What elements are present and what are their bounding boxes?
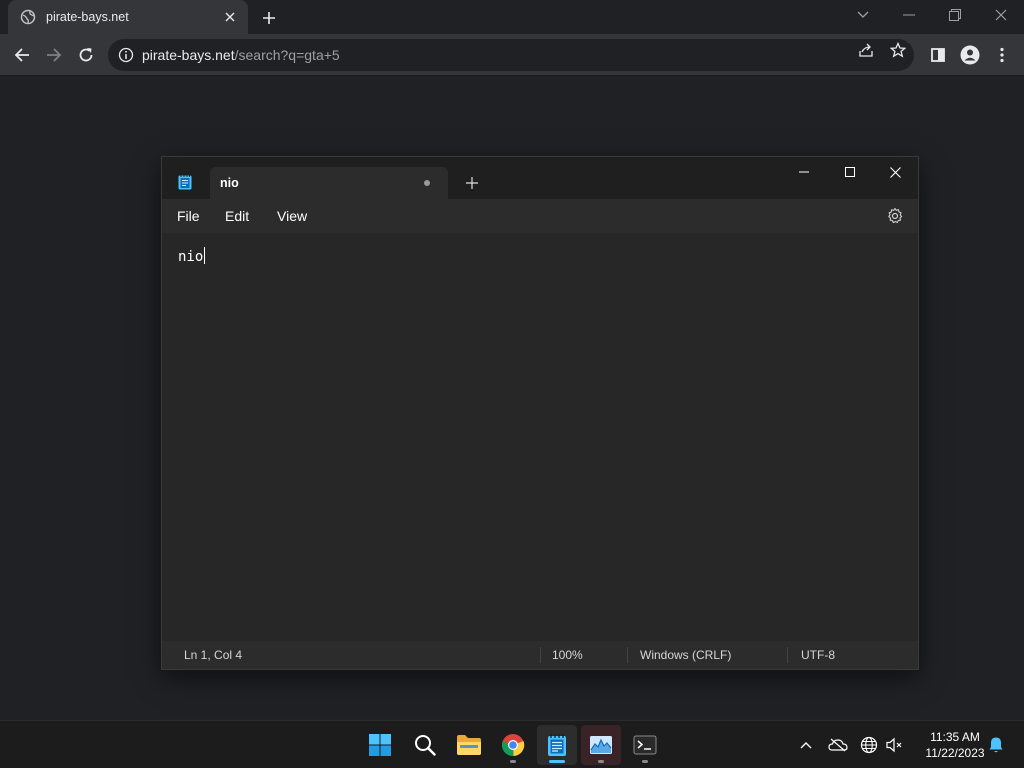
notepad-maximize-button[interactable] <box>827 157 873 187</box>
notepad-statusbar: Ln 1, Col 4 100% Windows (CRLF) UTF-8 <box>162 641 918 669</box>
notepad-tab[interactable]: nio <box>210 167 448 199</box>
minimize-button[interactable] <box>886 0 932 30</box>
file-explorer-button[interactable] <box>449 725 489 765</box>
editor-content: nio <box>178 247 206 265</box>
notepad-window: nio File Edit View nio Ln 1, Col 4 100% <box>161 156 919 670</box>
status-divider <box>787 647 788 663</box>
url-text: pirate-bays.net/search?q=gta+5 <box>142 47 340 63</box>
onedrive-offline-icon[interactable] <box>828 735 848 755</box>
notepad-titlebar[interactable]: nio <box>162 157 918 199</box>
notepad-menubar: File Edit View <box>162 199 918 233</box>
notepad-icon <box>548 734 566 756</box>
settings-gear-icon[interactable] <box>886 207 904 225</box>
running-indicator <box>510 760 516 763</box>
browser-tabstrip: pirate-bays.net <box>0 0 1024 34</box>
profile-avatar-icon[interactable] <box>954 39 986 71</box>
reload-button[interactable] <box>70 39 102 71</box>
taskbar-clock[interactable]: 11:35 AM 11/22/2023 <box>914 729 996 761</box>
text-caret <box>204 247 206 264</box>
search-icon <box>415 735 436 756</box>
start-button[interactable] <box>360 725 400 765</box>
taskbar: 11:35 AM 11/22/2023 <box>0 720 1024 768</box>
browser-tab[interactable]: pirate-bays.net <box>8 0 248 34</box>
side-panel-icon[interactable] <box>922 39 954 71</box>
unsaved-dot-icon[interactable] <box>424 180 430 186</box>
restore-button[interactable] <box>932 0 978 30</box>
clock-date: 11/22/2023 <box>925 746 985 760</box>
tab-search-icon[interactable] <box>840 0 886 30</box>
notepad-text-area[interactable]: nio <box>162 233 918 637</box>
notification-bell-icon[interactable] <box>986 735 1006 755</box>
terminal-icon <box>633 735 657 755</box>
show-hidden-icons-chevron-icon[interactable] <box>796 735 816 755</box>
back-button[interactable] <box>6 39 38 71</box>
new-tab-button[interactable] <box>258 7 280 29</box>
url-path: /search?q=gta+5 <box>234 47 340 63</box>
taskbar-search-button[interactable] <box>405 725 445 765</box>
globe-icon <box>20 9 36 25</box>
share-icon[interactable] <box>856 42 876 58</box>
running-indicator <box>642 760 648 763</box>
folder-icon <box>457 735 481 755</box>
site-info-icon[interactable] <box>118 47 134 63</box>
close-window-button[interactable] <box>978 0 1024 30</box>
notepad-new-tab-button[interactable] <box>462 173 482 193</box>
status-divider <box>627 647 628 663</box>
network-globe-icon[interactable] <box>859 735 879 755</box>
menu-view[interactable]: View <box>277 208 307 224</box>
notepad-close-button[interactable] <box>872 157 918 187</box>
status-encoding[interactable]: UTF-8 <box>801 648 835 662</box>
address-bar[interactable]: pirate-bays.net/search?q=gta+5 <box>108 39 914 71</box>
clock-time: 11:35 AM <box>930 730 980 744</box>
forward-button[interactable] <box>38 39 70 71</box>
running-indicator <box>598 760 604 763</box>
bookmark-star-icon[interactable] <box>888 42 908 58</box>
chrome-icon <box>501 734 525 757</box>
browser-tab-title: pirate-bays.net <box>46 10 129 24</box>
status-cursor-position: Ln 1, Col 4 <box>184 648 243 662</box>
volume-muted-icon[interactable] <box>885 735 905 755</box>
url-host: pirate-bays.net <box>142 47 235 63</box>
editor-text: nio <box>178 249 204 265</box>
notepad-app-icon <box>178 174 192 190</box>
status-line-ending[interactable]: Windows (CRLF) <box>640 648 731 662</box>
task-manager-button[interactable] <box>581 725 621 765</box>
notepad-taskbar-button[interactable] <box>537 725 577 765</box>
menu-edit[interactable]: Edit <box>225 208 249 224</box>
windows-logo-icon <box>369 734 391 756</box>
close-tab-icon[interactable] <box>222 9 238 25</box>
browser-toolbar: pirate-bays.net/search?q=gta+5 <box>0 34 1024 76</box>
menu-file[interactable]: File <box>177 208 200 224</box>
task-manager-icon <box>590 736 612 754</box>
more-menu-icon[interactable] <box>986 39 1018 71</box>
status-divider <box>540 647 541 663</box>
chrome-button[interactable] <box>493 725 533 765</box>
notepad-minimize-button[interactable] <box>781 157 827 187</box>
terminal-button[interactable] <box>625 725 665 765</box>
active-indicator <box>549 760 565 763</box>
notepad-tab-title: nio <box>220 176 239 190</box>
status-zoom[interactable]: 100% <box>552 648 583 662</box>
